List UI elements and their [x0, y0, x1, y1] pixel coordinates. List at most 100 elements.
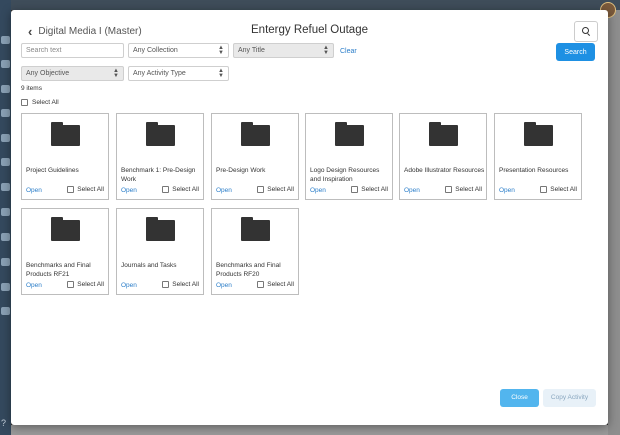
card-select-label: Select All — [172, 186, 199, 193]
folder-icon — [335, 122, 364, 146]
card-title: Pre-Design Work — [216, 167, 266, 174]
mail-icon[interactable] — [1, 208, 10, 216]
clear-link[interactable]: Clear — [340, 48, 357, 55]
result-count: 9 items — [21, 85, 42, 92]
card-title: Logo Design Resources and Inspiration — [310, 167, 380, 183]
card-select-label: Select All — [550, 186, 577, 193]
app-background-bottom — [11, 425, 608, 435]
card-checkbox[interactable] — [540, 186, 548, 193]
app-topbar — [11, 0, 620, 10]
folder-icon — [429, 122, 458, 146]
objective-select-value: Any Objective — [26, 69, 70, 77]
card-select-label: Select All — [267, 186, 294, 193]
open-link[interactable]: Open — [216, 282, 232, 289]
warning-icon[interactable] — [1, 307, 10, 315]
card-select-all[interactable]: Select All — [67, 281, 104, 288]
activity-card[interactable]: Adobe Illustrator Resources Open Select … — [399, 113, 487, 200]
close-button[interactable]: Close — [500, 389, 539, 407]
folder-icon — [146, 122, 175, 146]
card-select-label: Select All — [77, 281, 104, 288]
card-select-label: Select All — [172, 281, 199, 288]
open-link[interactable]: Open — [310, 187, 326, 194]
help-icon[interactable]: ? — [1, 418, 6, 428]
card-select-all[interactable]: Select All — [162, 186, 199, 193]
folder-icon — [51, 122, 80, 146]
card-checkbox[interactable] — [67, 281, 75, 288]
chart-icon[interactable] — [1, 283, 10, 291]
open-link[interactable]: Open — [216, 187, 232, 194]
card-select-all[interactable]: Select All — [162, 281, 199, 288]
collection-select-value: Any Collection — [133, 46, 178, 54]
search-toggle-button[interactable] — [574, 21, 598, 42]
activity-card[interactable]: Benchmark 1: Pre-Design Work Open Select… — [116, 113, 204, 200]
activity-card[interactable]: Benchmarks and Final Products RF20 Open … — [211, 208, 299, 295]
collection-select[interactable]: Any Collection ▲ ▼ — [128, 43, 229, 58]
card-checkbox[interactable] — [257, 186, 265, 193]
select-all-toggle[interactable]: Select All — [21, 99, 59, 106]
copy-activity-button[interactable]: Copy Activity — [543, 389, 596, 407]
objective-select[interactable]: Any Objective ▲ ▼ — [21, 66, 124, 81]
card-checkbox[interactable] — [351, 186, 359, 193]
card-checkbox[interactable] — [162, 281, 170, 288]
card-checkbox[interactable] — [257, 281, 265, 288]
list-icon[interactable] — [1, 258, 10, 266]
select-arrows-icon: ▲ ▼ — [323, 44, 329, 56]
modal-title: Entergy Refuel Outage — [251, 24, 368, 36]
card-select-label: Select All — [77, 186, 104, 193]
users-icon[interactable] — [1, 85, 10, 93]
activity-type-select[interactable]: Any Activity Type ▲ ▼ — [128, 66, 229, 81]
card-select-label: Select All — [267, 281, 294, 288]
person-icon[interactable] — [1, 183, 10, 191]
title-select[interactable]: Any Title ▲ ▼ — [233, 43, 334, 58]
home-icon[interactable] — [1, 36, 10, 44]
select-all-checkbox[interactable] — [21, 99, 28, 106]
card-select-all[interactable]: Select All — [351, 186, 388, 193]
edit-icon[interactable] — [1, 158, 10, 166]
card-checkbox[interactable] — [67, 186, 75, 193]
select-arrows-icon: ▲ ▼ — [218, 44, 224, 56]
open-link[interactable]: Open — [121, 282, 137, 289]
activity-card[interactable]: Pre-Design Work Open Select All — [211, 113, 299, 200]
card-title: Benchmarks and Final Products RF20 — [216, 262, 281, 278]
open-link[interactable]: Open — [26, 282, 42, 289]
app-sidebar: ? — [0, 0, 11, 435]
card-checkbox[interactable] — [162, 186, 170, 193]
select-arrows-icon: ▲ ▼ — [218, 67, 224, 79]
calendar-icon[interactable] — [1, 60, 10, 68]
card-select-all[interactable]: Select All — [540, 186, 577, 193]
search-button[interactable]: Search — [556, 43, 595, 61]
grid-icon[interactable] — [1, 134, 10, 142]
open-link[interactable]: Open — [404, 187, 420, 194]
activity-card[interactable]: Logo Design Resources and Inspiration Op… — [305, 113, 393, 200]
copy-icon[interactable] — [1, 233, 10, 241]
card-select-all[interactable]: Select All — [67, 186, 104, 193]
card-select-all[interactable]: Select All — [445, 186, 482, 193]
card-select-all[interactable]: Select All — [257, 186, 294, 193]
activity-card[interactable]: Project Guidelines Open Select All — [21, 113, 109, 200]
activity-type-select-value: Any Activity Type — [133, 69, 186, 77]
card-select-all[interactable]: Select All — [257, 281, 294, 288]
title-select-value: Any Title — [238, 46, 265, 54]
folder-icon — [524, 122, 553, 146]
folder-icon — [51, 217, 80, 241]
card-title: Benchmark 1: Pre-Design Work — [121, 167, 196, 183]
play-icon[interactable] — [1, 109, 10, 117]
card-title: Benchmarks and Final Products RF21 — [26, 262, 91, 278]
card-title: Journals and Tasks — [121, 262, 177, 269]
folder-icon — [241, 217, 270, 241]
card-select-label: Select All — [455, 186, 482, 193]
activity-card[interactable]: Presentation Resources Open Select All — [494, 113, 582, 200]
activity-card[interactable]: Benchmarks and Final Products RF21 Open … — [21, 208, 109, 295]
folder-icon — [146, 217, 175, 241]
activity-card[interactable]: Journals and Tasks Open Select All — [116, 208, 204, 295]
open-link[interactable]: Open — [26, 187, 42, 194]
app-background-right — [608, 10, 620, 435]
select-arrows-icon: ▲ ▼ — [113, 67, 119, 79]
card-checkbox[interactable] — [445, 186, 453, 193]
activity-browser-modal: ‹ Digital Media I (Master) Entergy Refue… — [11, 10, 608, 425]
search-input[interactable] — [21, 43, 124, 58]
open-link[interactable]: Open — [499, 187, 515, 194]
search-icon — [581, 27, 589, 34]
folder-icon — [241, 122, 270, 146]
open-link[interactable]: Open — [121, 187, 137, 194]
